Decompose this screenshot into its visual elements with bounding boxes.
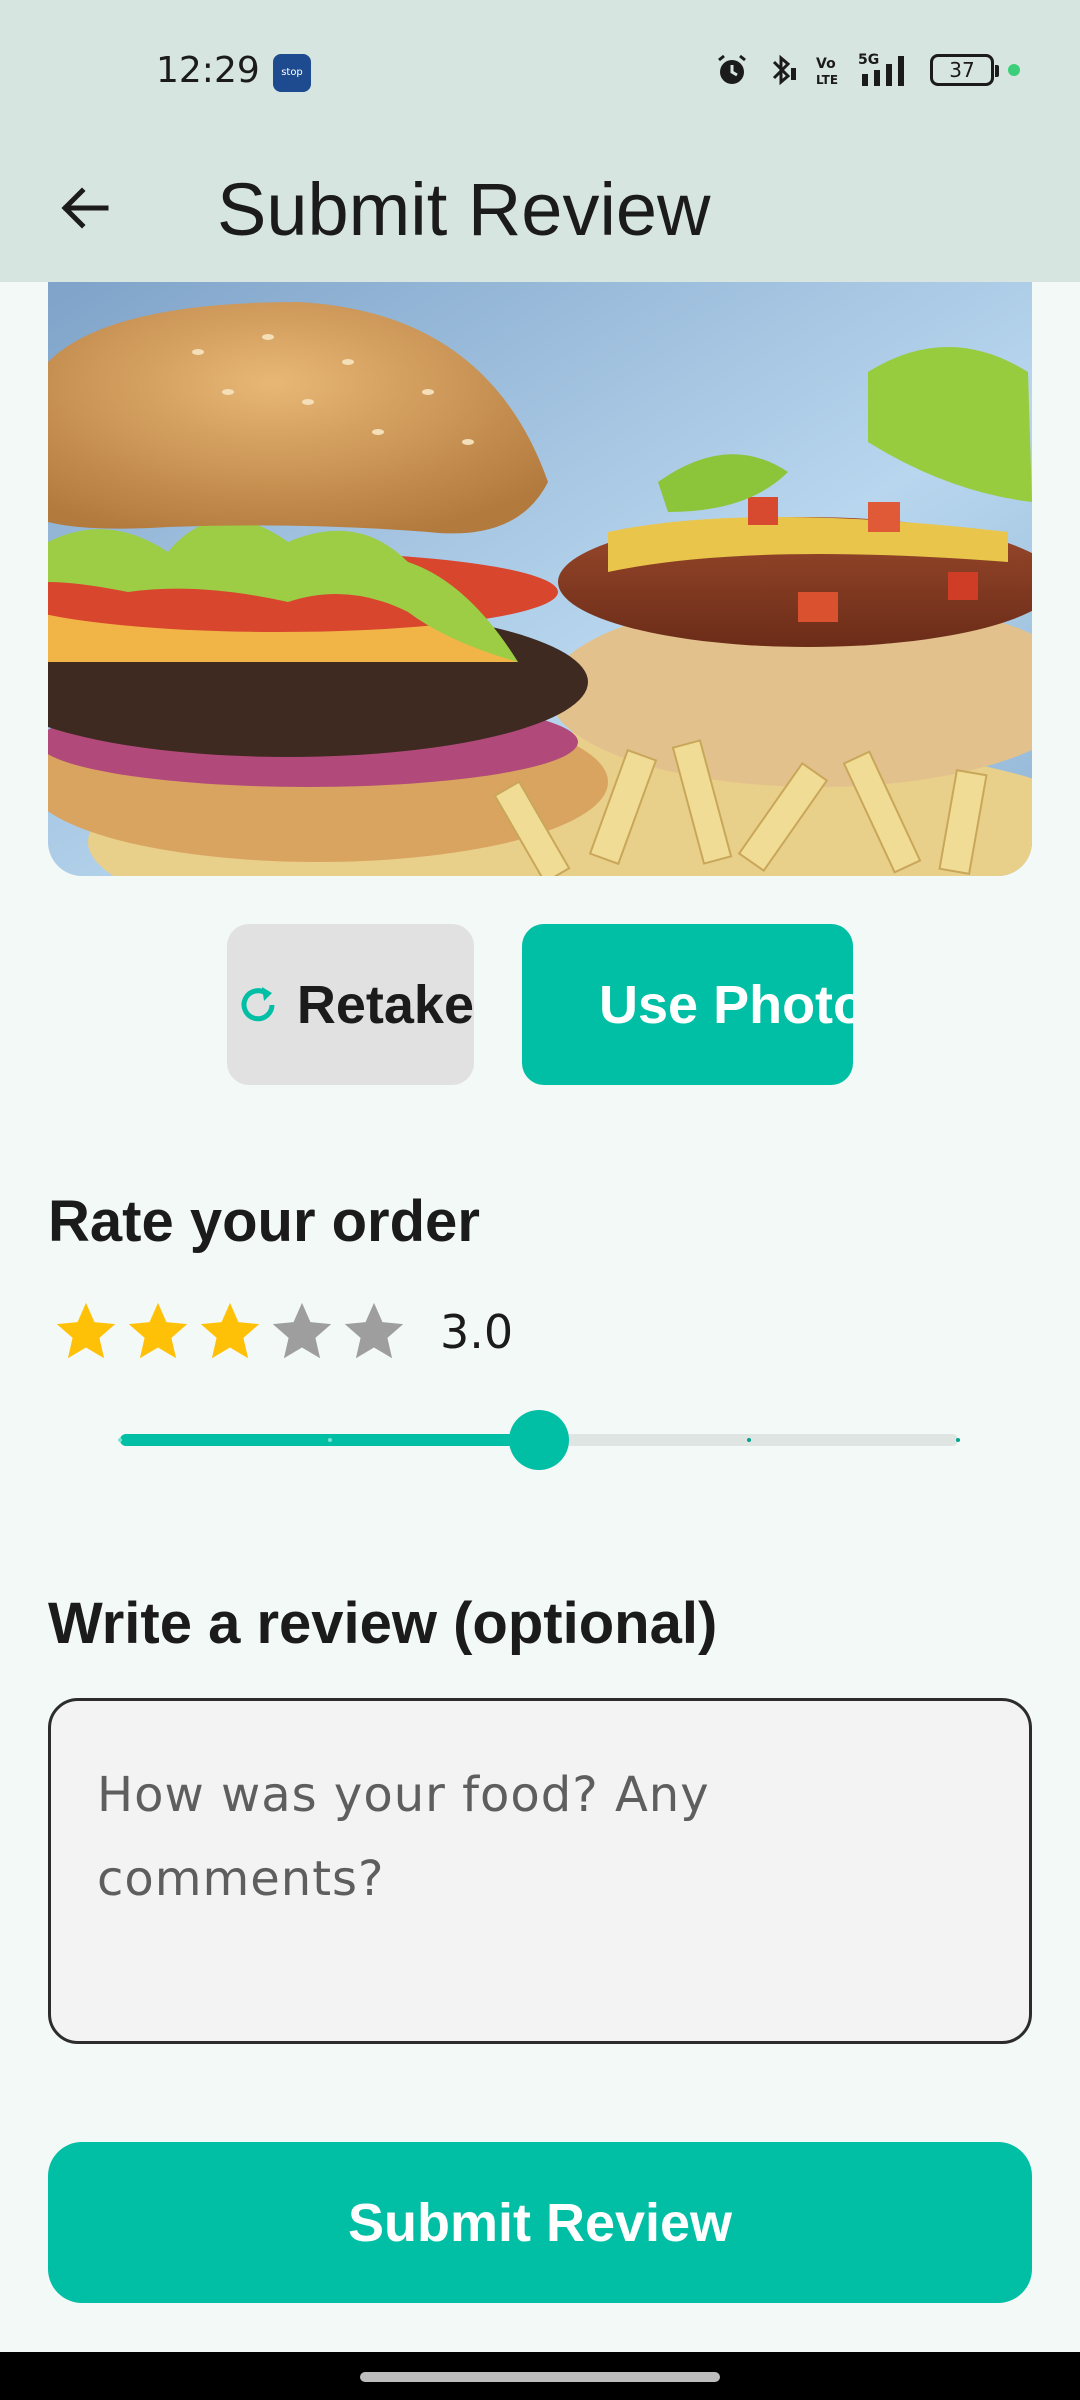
slider-tick [746,1438,751,1442]
app-notification-icon: stop [273,54,311,92]
submit-review-label: Submit Review [347,2192,733,2253]
rating-value: 3.0 [440,1305,514,1359]
app-bar: Submit Review [0,140,1080,282]
submit-review-button[interactable]: Submit Review [48,2142,1032,2303]
use-photo-button[interactable]: Use Photo [522,924,853,1085]
slider-tick [956,1438,960,1442]
signal-5g-icon: 5G [858,52,904,86]
star-icon[interactable] [194,1297,266,1367]
review-field[interactable] [48,1698,1032,2044]
page-title: Submit Review [217,168,711,251]
refresh-icon [233,975,283,1035]
review-heading: Write a review (optional) [48,1591,718,1656]
svg-text:LTE: LTE [816,73,838,87]
star-icon[interactable] [122,1297,194,1367]
privacy-indicator-dot [1008,64,1020,76]
retake-label: Retake [296,974,474,1035]
svg-text:Vo: Vo [816,56,836,72]
alarm-icon [718,54,746,84]
rating-heading: Rate your order [48,1189,480,1254]
slider-tick [327,1438,332,1442]
back-button[interactable] [44,168,124,248]
food-photo [48,282,1032,876]
bluetooth-icon [772,54,796,86]
slider-thumb[interactable] [509,1410,569,1470]
star-icon[interactable] [50,1297,122,1367]
status-bar: 12:29 stop Vo LTE 5G 37 [0,0,1080,140]
star-icon[interactable] [266,1297,338,1367]
use-photo-label: Use Photo [599,974,853,1035]
volte-icon: Vo LTE [816,56,838,87]
star-icon[interactable] [338,1297,410,1367]
slider-tick [118,1438,122,1442]
status-time: 12:29 [156,50,260,91]
battery-icon: 37 [930,54,999,86]
navigation-bar [0,2352,1080,2400]
star-rating: 3.0 [50,1297,513,1367]
svg-text:5G: 5G [858,52,879,68]
retake-button[interactable]: Retake [227,924,474,1085]
home-gesture-handle[interactable] [360,2372,720,2382]
arrow-left-icon [61,187,109,229]
review-input[interactable] [97,1753,983,1989]
rating-slider[interactable] [118,1410,960,1470]
system-icons: Vo LTE 5G 37 [714,48,1020,92]
